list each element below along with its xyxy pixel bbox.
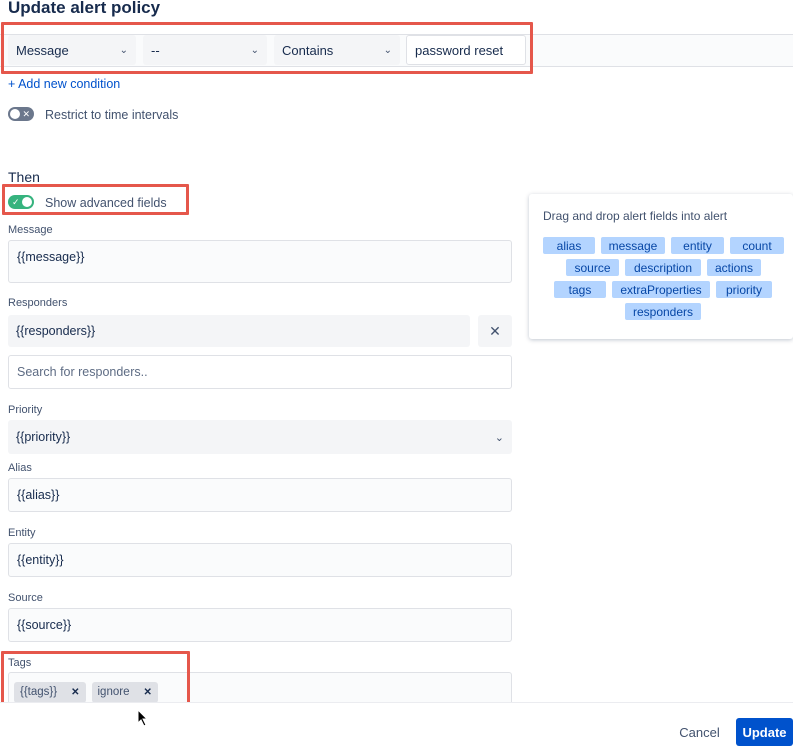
field-pill-responders[interactable]: responders bbox=[625, 303, 701, 320]
restrict-time-toggle[interactable]: ✕ bbox=[8, 107, 34, 121]
responders-label: Responders bbox=[8, 297, 68, 309]
highlight-box bbox=[1, 22, 533, 74]
mouse-pointer-icon bbox=[137, 708, 149, 732]
responders-value: {{responders}} bbox=[16, 324, 96, 338]
update-button[interactable]: Update bbox=[736, 718, 793, 746]
field-pill-priority[interactable]: priority bbox=[716, 281, 772, 298]
cancel-button[interactable]: Cancel bbox=[672, 719, 727, 745]
clear-responders-button[interactable]: ✕ bbox=[478, 315, 512, 347]
priority-select[interactable]: {{priority}} ⌄ bbox=[8, 420, 512, 454]
alias-value: {{alias}} bbox=[17, 488, 60, 502]
priority-label: Priority bbox=[8, 404, 43, 416]
field-pill-tags[interactable]: tags bbox=[554, 281, 606, 298]
close-icon: ✕ bbox=[22, 108, 30, 119]
responders-field[interactable]: {{responders}} bbox=[8, 315, 470, 347]
chevron-down-icon: ⌄ bbox=[494, 431, 504, 444]
highlight-box bbox=[2, 184, 189, 215]
field-pill-alias[interactable]: alias bbox=[543, 237, 595, 254]
message-label: Message bbox=[8, 224, 53, 236]
field-pill-description[interactable]: description bbox=[625, 259, 701, 276]
source-value: {{source}} bbox=[17, 618, 72, 632]
field-pill-count[interactable]: count bbox=[730, 237, 784, 254]
then-heading: Then bbox=[8, 169, 40, 185]
alias-field[interactable]: {{alias}} bbox=[8, 478, 512, 512]
field-pill-entity[interactable]: entity bbox=[671, 237, 724, 254]
entity-field[interactable]: {{entity}} bbox=[8, 543, 512, 577]
field-pill-actions[interactable]: actions bbox=[707, 259, 761, 276]
field-pill-extraproperties[interactable]: extraProperties bbox=[612, 281, 710, 298]
responders-search-placeholder: Search for responders.. bbox=[17, 365, 148, 379]
message-value: {{message}} bbox=[17, 250, 85, 264]
alert-fields-panel: Drag and drop alert fields into alert al… bbox=[529, 194, 793, 339]
page-title: Update alert policy bbox=[8, 0, 161, 17]
entity-label: Entity bbox=[8, 527, 36, 539]
toggle-knob bbox=[10, 109, 20, 119]
add-condition-link[interactable]: + Add new condition bbox=[8, 77, 120, 91]
responders-search-input[interactable]: Search for responders.. bbox=[8, 355, 512, 389]
priority-value: {{priority}} bbox=[16, 430, 71, 444]
source-label: Source bbox=[8, 592, 43, 604]
message-field[interactable]: {{message}} bbox=[8, 240, 512, 283]
alias-label: Alias bbox=[8, 462, 32, 474]
restrict-time-label: Restrict to time intervals bbox=[45, 108, 179, 122]
panel-title: Drag and drop alert fields into alert bbox=[543, 209, 728, 223]
field-pill-message[interactable]: message bbox=[601, 237, 665, 254]
source-field[interactable]: {{source}} bbox=[8, 608, 512, 642]
close-icon: ✕ bbox=[489, 322, 501, 339]
field-pill-source[interactable]: source bbox=[566, 259, 619, 276]
entity-value: {{entity}} bbox=[17, 553, 64, 567]
